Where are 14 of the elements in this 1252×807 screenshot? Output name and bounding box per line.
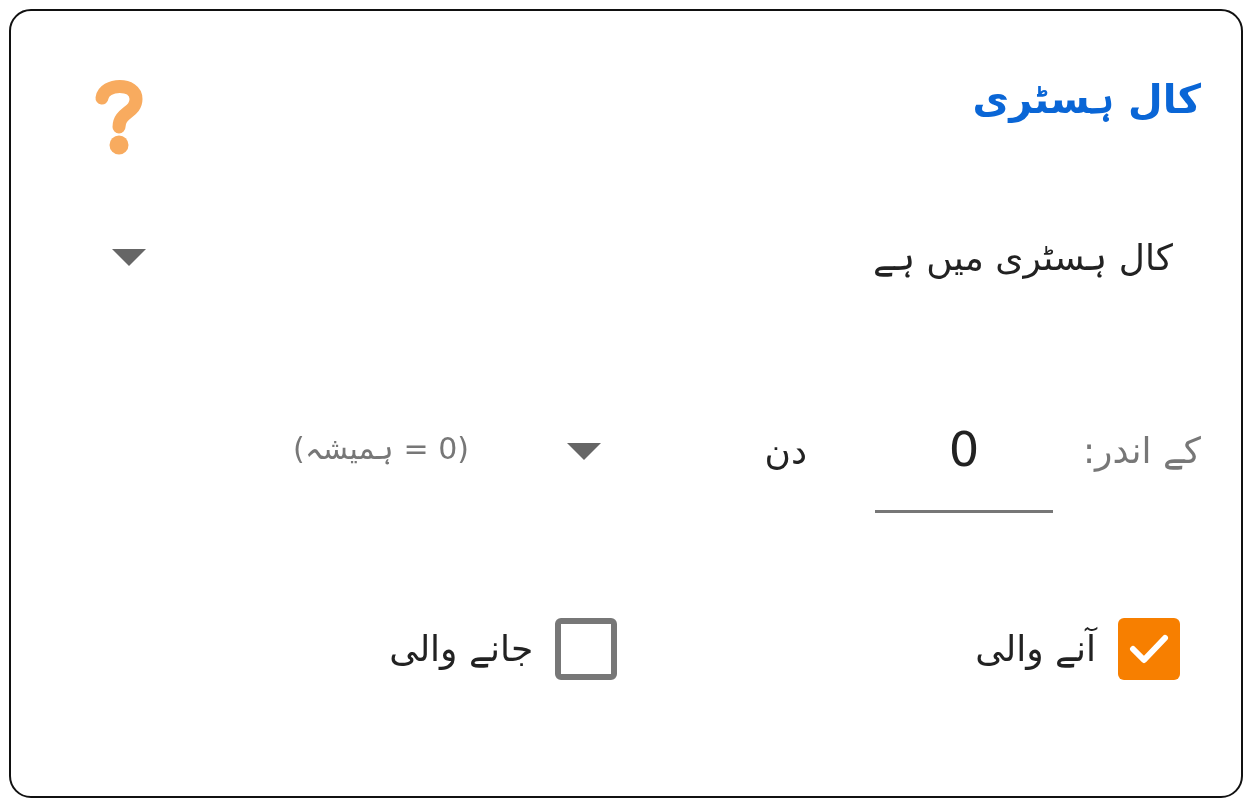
block-title: کال ہسٹری bbox=[972, 75, 1201, 125]
checkbox-label: آنے والی bbox=[975, 626, 1096, 672]
caret-icon bbox=[112, 248, 146, 266]
checkbox[interactable] bbox=[555, 618, 618, 680]
hint-text: (0 = ہمیشہ) bbox=[293, 430, 469, 468]
caret-icon bbox=[567, 442, 601, 460]
tick-icon bbox=[1129, 634, 1169, 664]
unit-dropdown[interactable]: دن bbox=[561, 423, 811, 479]
help-icon[interactable] bbox=[94, 79, 144, 155]
within-label: کے اندر: bbox=[1083, 429, 1201, 474]
checkbox[interactable] bbox=[1118, 618, 1180, 680]
checkbox-label: جانے والی bbox=[389, 627, 534, 672]
condition-dropdown[interactable]: کال ہسٹری میں ہے bbox=[99, 222, 1201, 292]
days-input[interactable]: 0 bbox=[875, 409, 1053, 513]
